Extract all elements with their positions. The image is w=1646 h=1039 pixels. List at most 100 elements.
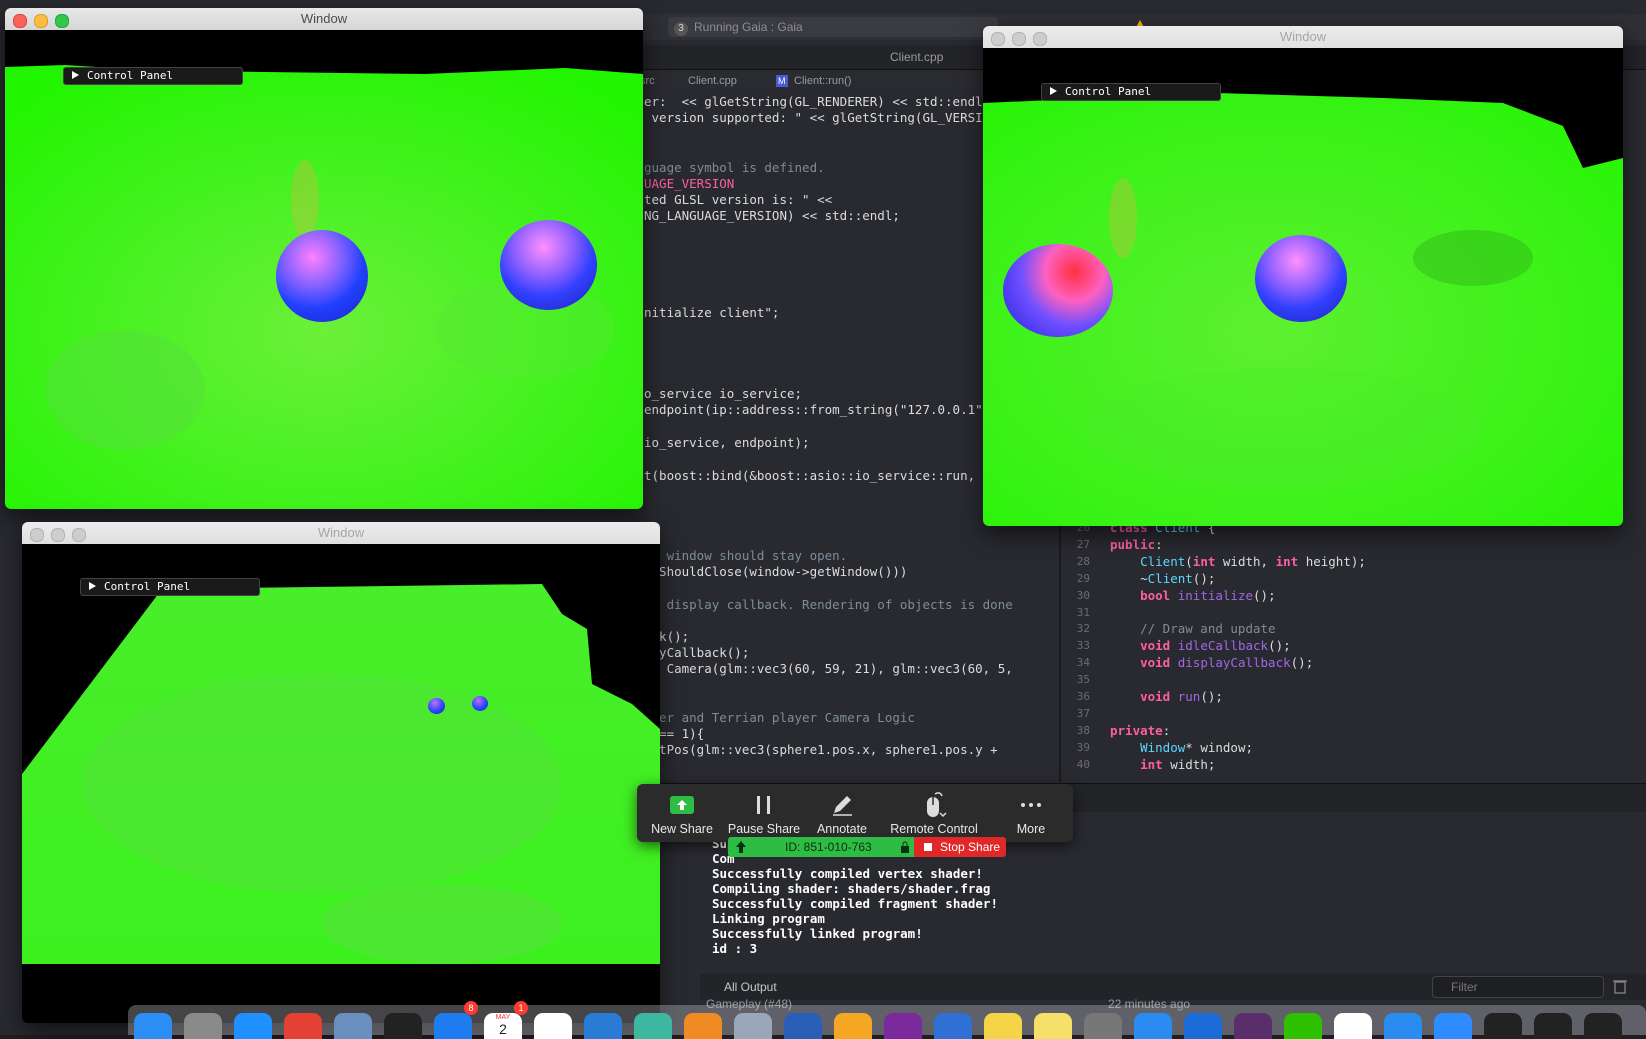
code-line[interactable]: t(boost::bind(&boost::asio::io_service::… (644, 468, 975, 483)
jump-method[interactable]: Client::run() (794, 70, 851, 92)
code-line[interactable]: private: (1110, 723, 1170, 738)
wechat-icon[interactable] (1284, 1013, 1322, 1039)
finder-icon[interactable] (134, 1013, 172, 1039)
code-line[interactable]: ew Camera(glm::vec3(60, 59, 21), glm::ve… (644, 661, 1013, 676)
zoom-icon[interactable] (55, 14, 69, 28)
gl-window-2[interactable]: Window Control Panel (22, 522, 660, 1023)
close-icon[interactable] (30, 528, 44, 542)
terminal-icon[interactable] (1534, 1013, 1572, 1039)
code-line[interactable]: Window* window; (1110, 740, 1253, 755)
terminal-icon[interactable] (1584, 1013, 1622, 1039)
new-share-button[interactable]: New Share (637, 788, 727, 838)
filter-input[interactable]: Filter (1432, 976, 1604, 998)
control-panel-toggle[interactable]: Control Panel (63, 67, 243, 85)
testflight-icon[interactable] (1134, 1013, 1172, 1039)
minimize-icon[interactable] (1012, 32, 1026, 46)
tab-client-cpp[interactable]: Client.cpp (890, 45, 943, 69)
code-line[interactable]: void run(); (1110, 689, 1223, 704)
calendar-badge: 1 (514, 1001, 528, 1015)
stop-share-button[interactable]: Stop Share (914, 837, 1006, 857)
code-line[interactable]: void displayCallback(); (1110, 655, 1313, 670)
sphere-1 (428, 698, 445, 714)
more-button[interactable]: More (991, 788, 1071, 838)
code-line[interactable]: bool initialize(); (1110, 588, 1275, 603)
chrome-icon[interactable] (284, 1013, 322, 1039)
terminal-icon[interactable] (1484, 1013, 1522, 1039)
code-line[interactable]: // Draw and update (1110, 621, 1275, 636)
code-line[interactable]: er: << glGetString(GL_RENDERER) << std::… (644, 94, 983, 109)
window-3-titlebar[interactable]: Window (983, 26, 1623, 48)
textedit-icon[interactable] (1334, 1013, 1372, 1039)
atom-icon[interactable] (634, 1013, 672, 1039)
notes-icon[interactable] (984, 1013, 1022, 1039)
meeting-id-bar[interactable]: ID: 851-010-763 (728, 837, 914, 857)
code-line[interactable]: er display callback. Rendering of object… (644, 597, 1013, 612)
keynote-icon[interactable] (934, 1013, 972, 1039)
code-line[interactable]: o_service io_service; (644, 386, 802, 401)
close-icon[interactable] (13, 14, 27, 28)
gl-window-3[interactable]: Window Control Panel (983, 26, 1623, 526)
appstore-icon[interactable] (434, 1013, 472, 1039)
control-panel-toggle[interactable]: Control Panel (1041, 83, 1221, 101)
sublime-icon[interactable] (684, 1013, 722, 1039)
trash-icon[interactable] (1612, 978, 1628, 994)
code-line[interactable]: UAGE_VERSION (644, 176, 734, 191)
vscode-icon[interactable] (584, 1013, 622, 1039)
remote-control-button[interactable]: Remote Control (875, 788, 993, 838)
control-panel-toggle[interactable]: Control Panel (80, 578, 260, 596)
code-line[interactable]: public: (1110, 537, 1163, 552)
annotate-button[interactable]: Annotate (797, 788, 887, 838)
gl-window-1[interactable]: Window Control Panel (5, 8, 643, 509)
code-line[interactable]: ayer and Terrian player Camera Logic (644, 710, 915, 725)
code-line[interactable]: nitialize client"; (644, 305, 779, 320)
code-line[interactable]: endpoint(ip::address::from_string("127.0… (644, 402, 983, 417)
run-status-text: Running Gaia : Gaia (694, 20, 803, 34)
code-line[interactable]: version supported: " << glGetString(GL_V… (644, 110, 991, 125)
zoom-icon[interactable] (1434, 1013, 1472, 1039)
console-line: Successfully linked program! (712, 926, 923, 941)
pages-icon[interactable] (834, 1013, 872, 1039)
triangle-right-icon (72, 71, 79, 79)
stickies-icon[interactable] (1034, 1013, 1072, 1039)
code-editor-right[interactable]: 26 class Client {27 public: 28 Client(int w… (1062, 520, 1646, 785)
slack-icon[interactable] (1234, 1013, 1272, 1039)
minimize-icon[interactable] (34, 14, 48, 28)
system-preferences-icon[interactable] (1084, 1013, 1122, 1039)
zoom-icon[interactable] (1033, 32, 1047, 46)
pause-share-button[interactable]: Pause Share (719, 788, 809, 838)
output-selector[interactable]: All Output (724, 980, 777, 994)
onenote-icon[interactable] (884, 1013, 922, 1039)
code-line[interactable]: owShouldClose(window->getWindow())) (644, 564, 907, 579)
code-line[interactable]: Client(int width, int height); (1110, 554, 1366, 569)
code-line[interactable]: ted GLSL version is: " << (644, 192, 832, 207)
window-1-titlebar[interactable]: Window (5, 8, 643, 30)
terrain-view-3[interactable]: Control Panel (983, 48, 1623, 526)
method-icon: M (776, 75, 788, 87)
terrain-view-1[interactable]: Control Panel (5, 30, 643, 509)
reminders-icon[interactable] (534, 1013, 572, 1039)
code-line[interactable]: NG_LANGUAGE_VERSION) << std::endl; (644, 208, 900, 223)
minimize-icon[interactable] (51, 528, 65, 542)
pause-icon (757, 796, 770, 814)
code-line[interactable]: ~Client(); (1110, 571, 1215, 586)
unity-icon[interactable] (384, 1013, 422, 1039)
preview-icon[interactable] (334, 1013, 372, 1039)
launchpad-icon[interactable] (184, 1013, 222, 1039)
code-line[interactable]: int width; (1110, 757, 1215, 772)
mail-icon[interactable] (734, 1013, 772, 1039)
code-line[interactable]: guage symbol is defined. (644, 160, 825, 175)
close-icon[interactable] (991, 32, 1005, 46)
safari-icon[interactable] (234, 1013, 272, 1039)
window-2-titlebar[interactable]: Window (22, 522, 660, 544)
code-line[interactable]: void idleCallback(); (1110, 638, 1291, 653)
zoom-icon[interactable] (72, 528, 86, 542)
terrain-view-2[interactable]: Control Panel (22, 544, 660, 1023)
code-line[interactable]: FW window should stay open. (644, 548, 847, 563)
code-line[interactable]: setPos(glm::vec3(sphere1.pos.x, sphere1.… (644, 742, 998, 757)
word-icon[interactable] (784, 1013, 822, 1039)
sourcetree-icon[interactable] (1184, 1013, 1222, 1039)
line-number: 29 (1076, 571, 1090, 585)
xcode-icon[interactable] (1384, 1013, 1422, 1039)
code-line[interactable]: io_service, endpoint); (644, 435, 810, 450)
jump-file[interactable]: Client.cpp (688, 70, 737, 92)
